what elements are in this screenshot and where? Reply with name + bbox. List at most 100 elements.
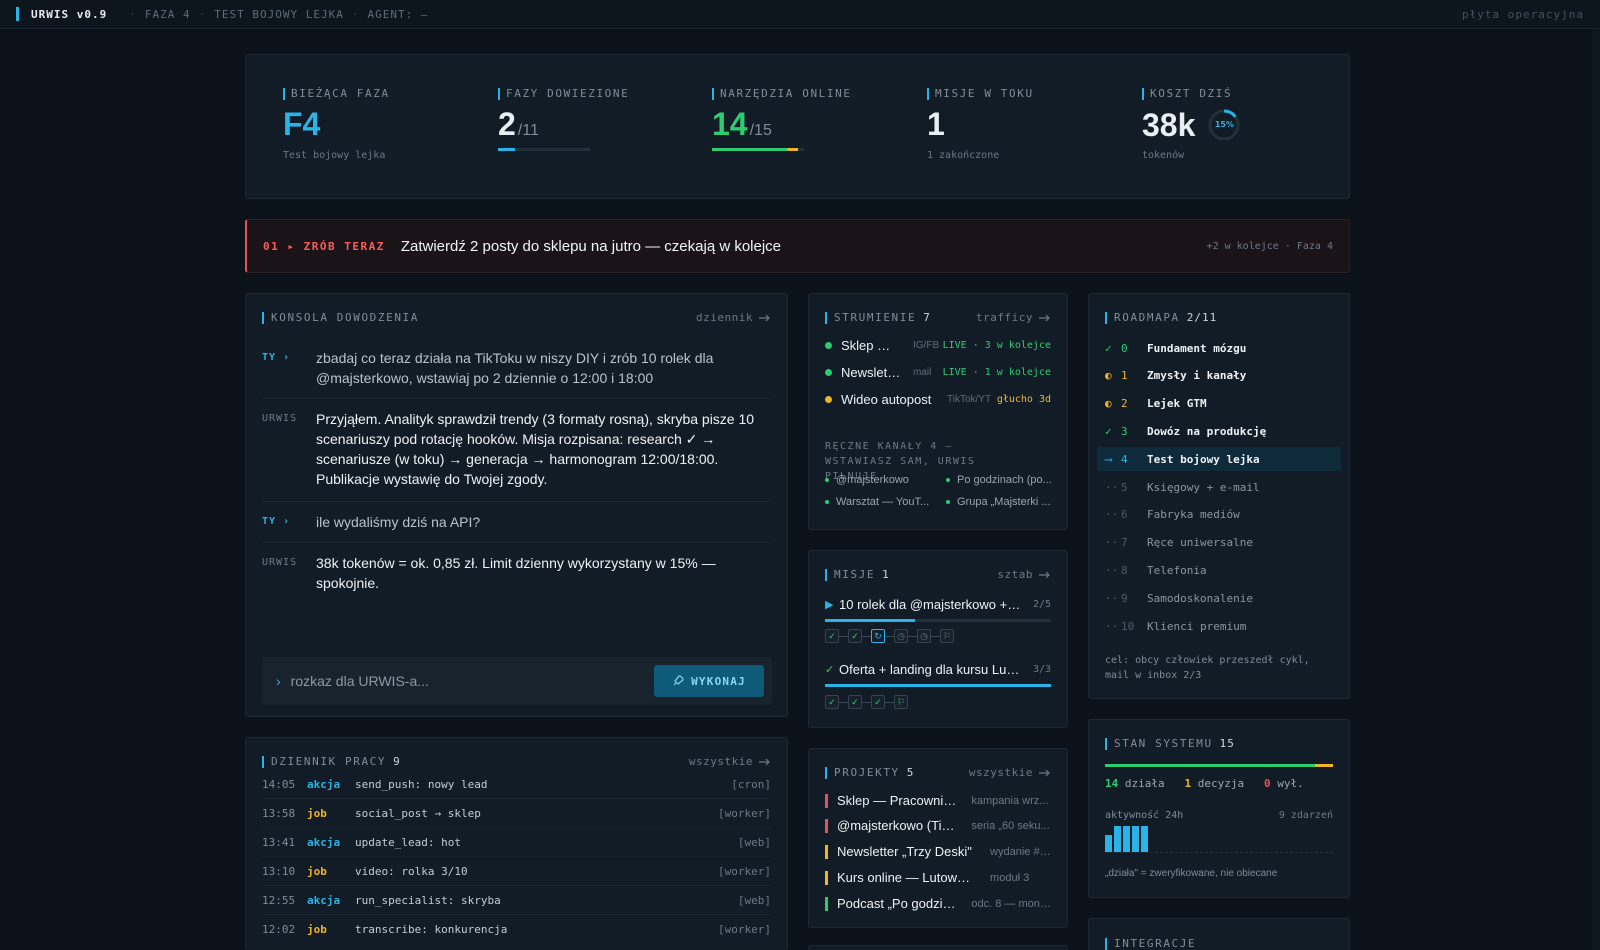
project-row[interactable]: Podcast „Po godzina... odc. 8 — mont... xyxy=(825,896,1051,911)
log-row[interactable]: 12:02 job transcribe: konkurencja [worker] xyxy=(262,915,771,944)
log-kind: akcja xyxy=(307,835,341,849)
roadmap-item[interactable]: ✓ 0 Fundament mózgu xyxy=(1097,336,1341,360)
log-kind: job xyxy=(307,864,327,878)
header-marker xyxy=(1105,311,1107,324)
roadmap-item[interactable]: ◐ 2 Lejek GTM xyxy=(1097,392,1341,416)
roadmap-item[interactable]: ·· 10 Klienci premium xyxy=(1097,614,1341,638)
traffic-link[interactable]: trafficy xyxy=(976,311,1051,324)
all-logs-link[interactable]: wszystkie xyxy=(689,755,771,768)
execute-button-label: WYKONAJ xyxy=(691,674,746,688)
stream-row[interactable]: Sklep — p... IG/FBLIVE · 3 w kolejce xyxy=(825,338,1051,353)
arrow-right-icon xyxy=(759,758,770,766)
roadmap-item[interactable]: ·· 6 Fabryka mediów xyxy=(1097,503,1341,527)
log-message: video: rolka 3/10 xyxy=(355,864,468,878)
execute-button[interactable]: WYKONAJ xyxy=(654,665,764,697)
roadmap-item[interactable]: ·· 9 Samodoskonalenie xyxy=(1097,586,1341,610)
phase-name: TEST BOJOWY LEJKA xyxy=(214,7,344,21)
manual-channel-name: Warsztat — YouT... xyxy=(836,496,930,508)
project-row[interactable]: Kurs online — Lutowanie moduł 3 xyxy=(825,870,1051,885)
chat-message-user: TY › zbadaj co teraz działa na TikToku w … xyxy=(262,348,771,388)
project-name: Newsletter „Trzy Deski" xyxy=(837,844,972,859)
kpi-missions-running: MISJE W TOKU 1 1 zakończone xyxy=(927,87,1034,161)
scrollbar[interactable] xyxy=(1592,29,1600,950)
roadmap-item-label: Fabryka mediów xyxy=(1147,508,1240,522)
log-time: 13:41 xyxy=(262,835,296,849)
check-icon: ✓ xyxy=(848,695,862,709)
system-note: „działa" = zweryfikowane, nie obiecane xyxy=(1105,868,1278,879)
panel-title: STRUMIENIE xyxy=(834,311,917,324)
label-marker xyxy=(712,87,714,100)
roadmap-item-number: 5 xyxy=(1121,480,1128,494)
step-connector xyxy=(885,635,894,637)
log-kind: akcja xyxy=(307,777,341,791)
stream-channel: TikTok/YT xyxy=(947,394,992,405)
mission-count: 3/3 xyxy=(1032,664,1051,675)
project-row[interactable]: @majsterkowo (TikT... seria „60 seku... xyxy=(825,818,1051,833)
app-title: URWIS v0.9 xyxy=(31,7,108,21)
log-kind: job xyxy=(307,806,327,820)
journal-link[interactable]: dziennik xyxy=(696,311,771,324)
check-icon: ✓ xyxy=(1105,341,1112,355)
roadmap-item[interactable]: ◐ 1 Zmysły i kanały xyxy=(1097,364,1341,388)
message-author: URWIS xyxy=(262,557,298,568)
command-input[interactable] xyxy=(290,673,654,689)
log-row[interactable]: 13:41 akcja update_lead: hot [web] xyxy=(262,828,771,857)
roadmap-item[interactable]: ⟶ 4 Test bojowy lejka xyxy=(1097,447,1341,472)
manual-channel-item[interactable]: Grupa „Majsterki ... xyxy=(946,496,1056,508)
staff-link-label: sztab xyxy=(997,568,1033,581)
roadmap-item-number: 0 xyxy=(1121,341,1128,355)
check-icon: ✓ xyxy=(1105,424,1112,438)
log-row[interactable]: 14:05 akcja send_push: nowy lead [cron] xyxy=(262,770,771,799)
roadmap-item-number: 2 xyxy=(1121,397,1128,411)
project-row[interactable]: Sklep — Pracownia L... kampania wrz... xyxy=(825,793,1051,808)
project-row[interactable]: Newsletter „Trzy Deski" wydanie #12 xyxy=(825,844,1051,859)
manual-channel-name: @majsterkowo xyxy=(836,474,909,486)
tools-progress-bar xyxy=(712,148,804,151)
manual-channel-item[interactable]: @majsterkowo xyxy=(825,474,935,486)
do-now-alert[interactable]: 01 ▸ ZRÓB TERAZ Zatwierdź 2 posty do skl… xyxy=(245,219,1350,273)
phases-progress-bar xyxy=(498,148,590,151)
log-row[interactable]: 13:58 job social_post → sklep [worker] xyxy=(262,799,771,828)
kpi-panel: BIEŻĄCA FAZA F4 Test bojowy lejka FAZY D… xyxy=(245,54,1350,199)
all-projects-link[interactable]: wszystkie xyxy=(969,766,1051,779)
panel-title: DZIENNIK PRACY xyxy=(271,755,387,768)
agent-status: AGENT: — xyxy=(367,7,429,21)
staff-link[interactable]: sztab xyxy=(997,568,1051,581)
all-projects-label: wszystkie xyxy=(968,766,1033,779)
message-author: TY › xyxy=(262,516,291,527)
manual-channel-name: Po godzinach (po... xyxy=(957,474,1052,486)
roadmap-item[interactable]: ✓ 3 Dowóz na produkcję xyxy=(1097,419,1341,443)
kpi-cost-today: KOSZT DZIŚ 38k 15% tokenów xyxy=(1142,87,1241,161)
roadmap-item-number: 4 xyxy=(1121,452,1128,466)
log-row[interactable]: 13:10 job video: rolka 3/10 [worker] xyxy=(262,857,771,886)
manual-channel-item[interactable]: Warsztat — YouT... xyxy=(825,496,935,508)
stream-status: głucho 3d xyxy=(996,394,1051,405)
kpi-subtitle: 1 zakończone xyxy=(927,150,1000,161)
roadmap-item[interactable]: ·· 5 Księgowy + e-mail xyxy=(1097,475,1341,499)
project-name: Sklep — Pracownia L... xyxy=(837,793,957,808)
label-marker xyxy=(283,87,285,100)
log-row[interactable]: 12:55 akcja run_specialist: skryba [web] xyxy=(262,886,771,915)
ok-label: działa xyxy=(1124,777,1165,790)
roadmap-item-number: 7 xyxy=(1121,536,1128,550)
loading-icon: ↻ xyxy=(871,629,885,643)
manual-channel-item[interactable]: Po godzinach (po... xyxy=(946,474,1056,486)
decision-label: decyzja xyxy=(1197,777,1245,790)
off-label: wył. xyxy=(1277,777,1304,790)
mission-row[interactable]: ▶ 10 rolek dla @majsterkowo + har... 2/5 xyxy=(825,597,1051,612)
roadmap-item-label: Fundament mózgu xyxy=(1147,341,1247,355)
project-color-bar xyxy=(825,870,828,885)
mission-name: 10 rolek dla @majsterkowo + har... xyxy=(839,597,1022,612)
stream-row[interactable]: Wideo autopost TikTok/YT głucho 3d xyxy=(825,392,1051,407)
check-icon: ✓ xyxy=(871,695,885,709)
system-status-panel: STAN SYSTEMU 15 14 działa 1 decyzja 0 wył… xyxy=(1088,719,1350,898)
command-console-panel: KONSOLA DOWODZENIA dziennik TY › zbadaj c… xyxy=(245,293,788,717)
stream-row[interactable]: Newslette... mail LIVE · 1 w kolejce xyxy=(825,365,1051,380)
roadmap-item[interactable]: ·· 7 Ręce uniwersalne xyxy=(1097,531,1341,555)
mission-row[interactable]: ✓ Oferta + landing dla kursu Lutow... 3/3 xyxy=(825,662,1051,677)
roadmap-item[interactable]: ·· 8 Telefonia xyxy=(1097,558,1341,582)
project-color-bar xyxy=(825,844,828,859)
activity-label: aktywność 24h xyxy=(1105,810,1184,821)
log-source: [web] xyxy=(737,835,771,849)
project-name: @majsterkowo (TikT... xyxy=(837,818,958,833)
